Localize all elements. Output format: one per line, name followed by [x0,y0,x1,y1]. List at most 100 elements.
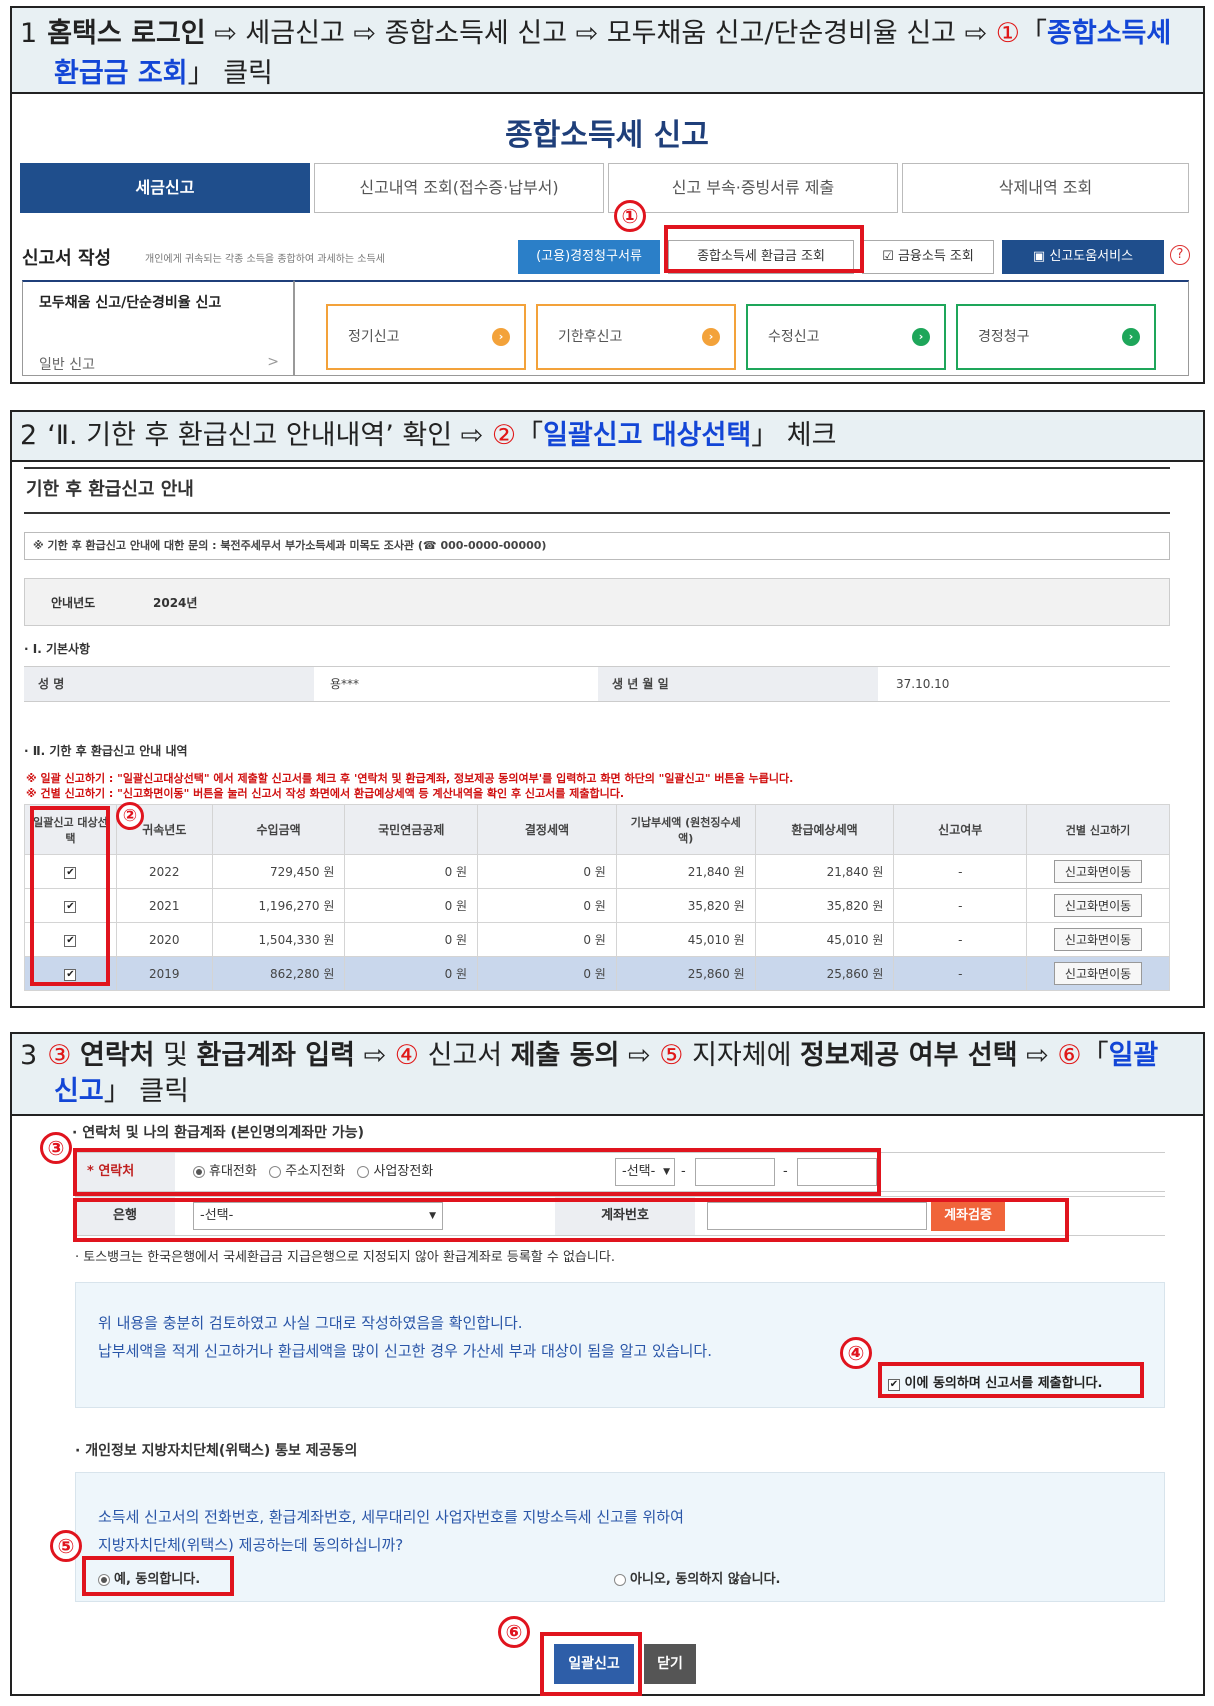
step3-click-text: 클릭 [130,1076,189,1107]
step3-circle-five: ⑤ [659,1040,684,1071]
name-value: 용*** [330,677,360,691]
cell-filed: - [893,922,1028,957]
cell-filed: - [893,956,1028,991]
marker-6: ⑥ [498,1616,530,1648]
card-regular-filing[interactable]: 정기신고 › [326,304,526,370]
card-amended-filing[interactable]: 수정신고 › [746,304,946,370]
consent-no-radio[interactable] [614,1573,626,1586]
col-decided-tax: 결정세액 [477,804,617,855]
step1-login-text: 홈택스 로그인 [47,18,206,49]
go-to-filing-button[interactable]: 신고화면이동 [1053,894,1143,917]
step1-circle-one: ① [995,18,1021,49]
section-title: 기한 후 환급신고 안내 [26,479,194,500]
marker-box-3a [73,1148,881,1196]
cell-year: 2022 [115,854,213,889]
help-service-button[interactable]: ▣ 신고도움서비스 [1002,240,1164,274]
step3-instruction: 3③ 연락처 및 환급계좌 입력 ⇨ ④ 신고서 제출 동의 ⇨ ⑤ 지자체에 … [12,1034,1203,1116]
edit-icon: ☑ [882,249,898,264]
correction-request-button[interactable]: (고용)경정청구서류 [518,240,660,274]
marker-box-4 [878,1362,1144,1398]
step2-circle-two: ② [491,420,517,451]
book-icon: ▣ [1032,249,1050,264]
financial-income-button[interactable]: ☑ 금융소득 조회 [862,240,994,274]
go-to-filing-button[interactable]: 신고화면이동 [1053,962,1143,985]
page-title: 종합소득세 신고 [505,118,709,153]
step2-number: 2 [20,420,38,451]
consent-section-title: · 개인정보 지방자치단체(위택스) 통보 제공동의 [75,1443,358,1459]
cell-year: 2019 [115,956,213,991]
cell-pension: 0 원 [344,922,479,957]
confirm-text-2: 납부세액을 적게 신고하거나 환급세액을 많이 신고한 경우 가산세 부과 대상… [98,1342,712,1360]
go-to-filing-button[interactable]: 신고화면이동 [1053,928,1143,951]
refund-table: 일괄신고 대상선택 귀속년도 수입금액 국민연금공제 결정세액 기납부세액 (원… [24,804,1170,991]
menu-item-general-label: 일반 신고 [39,357,95,373]
table-row: ✔ 2020 1,504,330 원 0 원 0 원 45,010 원 45,0… [24,922,1170,957]
contact-line: ※ 기한 후 환급신고 안내에 대한 문의 : 북전주세무서 부가소득세과 미목… [24,532,1170,560]
quote-open: 「 [1081,1040,1109,1071]
arrow-circle-icon: › [912,328,930,346]
card-correction-request[interactable]: 경정청구 › [956,304,1156,370]
cell-action: 신고화면이동 [1026,854,1170,889]
cell-decided-tax: 0 원 [477,854,617,889]
card-label: 기한후신고 [558,329,623,345]
cell-expected-refund: 35,820 원 [754,888,895,923]
menu-item-simple-filing[interactable]: 모두채움 신고/단순경비율 신고 [39,294,239,312]
step2-after-text: 체크 [778,420,837,451]
tab-filing-history[interactable]: 신고내역 조회(접수증·납부서) [314,163,604,213]
quote-open: 「 [516,420,544,451]
table-header: 일괄신고 대상선택 귀속년도 수입금액 국민연금공제 결정세액 기납부세액 (원… [24,804,1170,855]
cell-income: 1,196,270 원 [211,888,346,923]
close-button[interactable]: 닫기 [644,1644,696,1684]
cell-pension: 0 원 [344,888,479,923]
col-pension: 국민연금공제 [344,804,479,855]
card-late-filing[interactable]: 기한후신고 › [536,304,736,370]
form-title: 신고서 작성 [22,248,112,269]
step1-highlight-a: 종합소득세 [1047,18,1172,49]
step1-path-text: ⇨ 세금신고 ⇨ 종합소득세 신고 ⇨ 모두채움 신고/단순경비율 신고 ⇨ [205,18,996,49]
step3-number: 3 [20,1040,38,1071]
step3-highlight-b: 신고 [54,1076,104,1107]
step1-highlight-b: 환급금 조회 [54,58,188,89]
cell-expected-refund: 21,840 원 [754,854,895,889]
confirm-text-1: 위 내용을 충분히 검토하였고 사실 그대로 작성하였음을 확인합니다. [98,1314,523,1332]
cell-decided-tax: 0 원 [477,922,617,957]
menu-item-general-filing[interactable]: 일반 신고 > [39,354,279,374]
marker-box-3b [73,1198,1069,1242]
cell-income: 1,504,330 원 [211,922,346,957]
marker-box-6 [540,1632,642,1696]
cell-action: 신고화면이동 [1026,888,1170,923]
help-service-label: 신고도움서비스 [1049,249,1134,264]
consent-no-option[interactable]: 아니오, 동의하지 않습니다. [614,1568,781,1587]
cell-year: 2021 [115,888,213,923]
table-row: ✔ 2019 862,280 원 0 원 0 원 25,860 원 25,860… [24,956,1170,991]
step3-form-text: 신고서 [419,1040,511,1071]
consent-text-1: 소득세 신고서의 전화번호, 환급계좌번호, 세무대리인 사업자번호를 지방소득… [98,1508,684,1526]
divider [24,512,1170,514]
cell-expected-refund: 25,860 원 [754,956,895,991]
marker-5: ⑤ [50,1530,82,1562]
cell-year: 2020 [115,922,213,957]
marker-box-1 [664,225,864,273]
step1-instruction: 1 홈택스 로그인 ⇨ 세금신고 ⇨ 종합소득세 신고 ⇨ 모두채움 신고/단순경… [12,8,1203,94]
help-icon[interactable]: ? [1170,245,1190,265]
marker-box-2 [30,806,110,986]
cell-prepaid-tax: 35,820 원 [615,888,756,923]
card-label: 수정신고 [768,329,820,345]
cell-decided-tax: 0 원 [477,888,617,923]
table-row: ✔ 2022 729,450 원 0 원 0 원 21,840 원 21,840… [24,854,1170,889]
arrow-text: ⇨ [619,1040,660,1071]
year-label: 안내년도 [51,596,96,610]
marker-box-5 [82,1556,234,1596]
cell-prepaid-tax: 21,840 원 [615,854,756,889]
col-prepaid-tax: 기납부세액 (원천징수세액) [615,804,756,855]
card-label: 경정청구 [978,329,1030,345]
step1-number: 1 [20,18,38,49]
step2-highlight: 일괄신고 대상선택 [543,420,752,451]
go-to-filing-button[interactable]: 신고화면이동 [1053,860,1143,883]
tab-deleted-history[interactable]: 삭제내역 조회 [902,163,1189,213]
tab-tax-filing[interactable]: 세금신고 [20,163,310,213]
name-label: 성 명 [24,667,314,701]
cell-income: 729,450 원 [211,854,346,889]
tab-attachments[interactable]: 신고 부속·증빙서류 제출 [608,163,898,213]
divider [24,467,1170,469]
